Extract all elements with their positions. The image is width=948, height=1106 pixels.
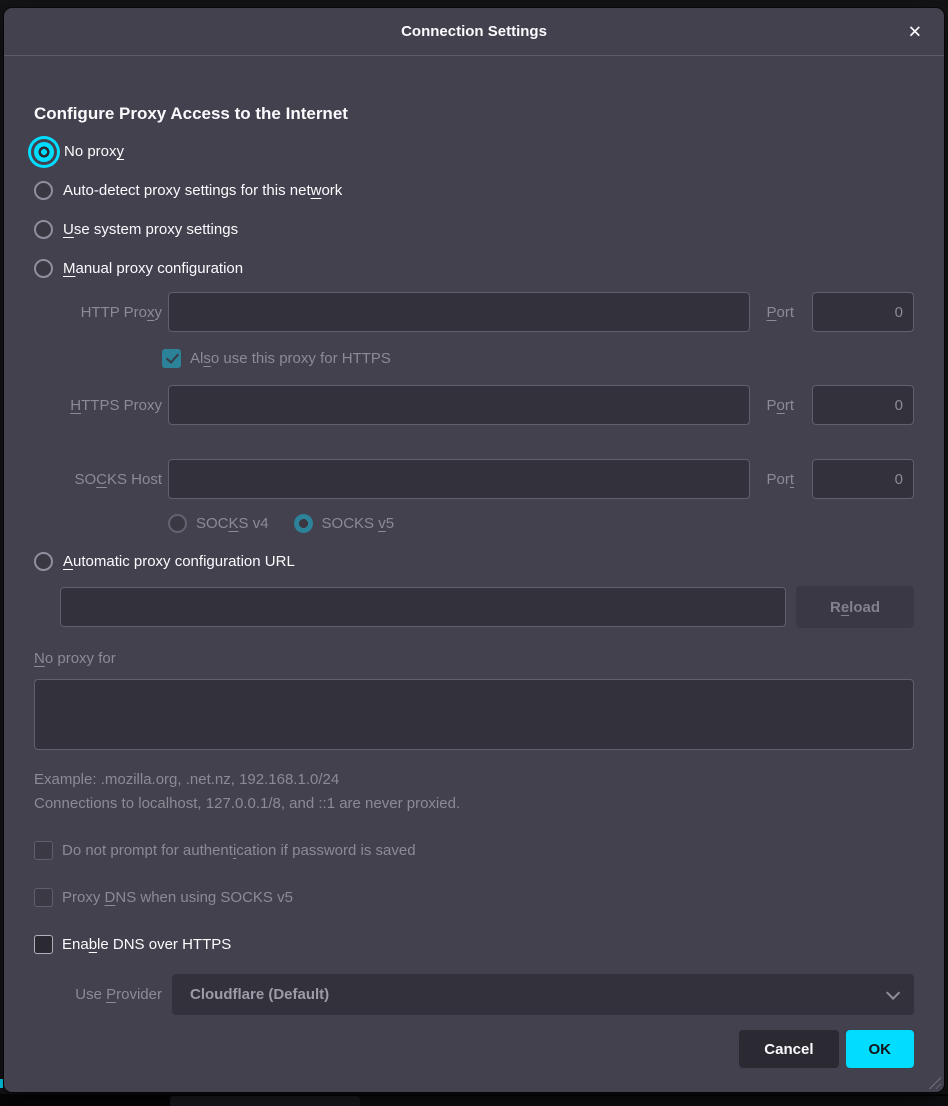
cancel-button[interactable]: Cancel <box>739 1030 838 1068</box>
socks-v5-label: SOCKS v5 <box>322 515 395 532</box>
page-behind-element <box>170 1096 360 1106</box>
enable-doh-row: Enable DNS over HTTPS <box>34 930 914 958</box>
use-system-label: Use system proxy settings <box>63 221 238 238</box>
http-proxy-label: HTTP Proxy <box>34 304 162 321</box>
socks-host-input[interactable] <box>168 459 750 499</box>
socks-version-row: SOCKS v4 SOCKS v5 <box>168 513 914 533</box>
connection-settings-dialog: Connection Settings ✕ Configure Proxy Ac… <box>4 8 944 1092</box>
provider-row: Use Provider Cloudflare (Default) <box>34 974 914 1015</box>
use-provider-label: Use Provider <box>34 986 162 1003</box>
page-title: Configure Proxy Access to the Internet <box>34 104 914 124</box>
socks-port-input[interactable] <box>812 459 914 499</box>
https-port-input[interactable] <box>812 385 914 425</box>
socks-port-label: Port <box>766 471 794 488</box>
no-proxy-for-textarea[interactable] <box>34 679 914 750</box>
http-port-label: Port <box>766 304 794 321</box>
manual-proxy-label: Manual proxy configuration <box>63 260 243 277</box>
auto-url-radio[interactable] <box>34 552 53 571</box>
proxy-dns-checkbox[interactable] <box>34 888 53 907</box>
auto-detect-label: Auto-detect proxy settings for this netw… <box>63 182 342 199</box>
https-proxy-label: HTTPS Proxy <box>34 397 162 414</box>
radio-row-use-system: Use system proxy settings <box>34 210 914 249</box>
radio-row-manual: Manual proxy configuration <box>34 249 914 288</box>
enable-doh-label: Enable DNS over HTTPS <box>62 936 231 953</box>
proxy-dns-label: Proxy DNS when using SOCKS v5 <box>62 889 293 906</box>
http-proxy-row: HTTP Proxy Port <box>34 292 914 332</box>
radio-row-no-proxy: No proxy <box>34 132 914 171</box>
proxy-dns-row: Proxy DNS when using SOCKS v5 <box>34 883 914 911</box>
http-proxy-input[interactable] <box>168 292 750 332</box>
http-port-input[interactable] <box>812 292 914 332</box>
https-proxy-row: HTTPS Proxy Port <box>34 385 914 425</box>
dialog-title: Connection Settings <box>401 23 547 40</box>
no-proxy-example-text: Example: .mozilla.org, .net.nz, 192.168.… <box>34 771 914 788</box>
socks-v4-label: SOCKS v4 <box>196 515 269 532</box>
also-https-label: Also use this proxy for HTTPS <box>190 350 391 367</box>
auto-url-label: Automatic proxy configuration URL <box>63 553 295 570</box>
https-port-label: Port <box>766 397 794 414</box>
provider-dropdown[interactable]: Cloudflare (Default) <box>172 974 914 1015</box>
chevron-down-icon <box>886 985 900 999</box>
close-icon[interactable]: ✕ <box>902 19 928 44</box>
no-proxy-radio[interactable] <box>34 142 54 162</box>
backdrop-accent-sliver <box>0 1079 3 1088</box>
dialog-actions: Cancel OK <box>34 1030 914 1068</box>
auto-config-url-input[interactable] <box>60 587 786 627</box>
auto-detect-radio[interactable] <box>34 181 53 200</box>
no-prompt-auth-checkbox[interactable] <box>34 841 53 860</box>
also-https-row: Also use this proxy for HTTPS <box>162 348 914 368</box>
use-system-radio[interactable] <box>34 220 53 239</box>
socks-host-row: SOCKS Host Port <box>34 459 914 499</box>
ok-button[interactable]: OK <box>846 1030 915 1068</box>
https-proxy-input[interactable] <box>168 385 750 425</box>
auto-url-row: Reload <box>60 586 914 628</box>
socks-v5-radio[interactable] <box>294 514 313 533</box>
no-proxy-label: No proxy <box>64 143 124 160</box>
provider-selected-value: Cloudflare (Default) <box>190 986 329 1003</box>
socks-v4-radio[interactable] <box>168 514 187 533</box>
localhost-note-text: Connections to localhost, 127.0.0.1/8, a… <box>34 795 914 812</box>
resize-grip[interactable] <box>926 1074 941 1089</box>
radio-row-auto-detect: Auto-detect proxy settings for this netw… <box>34 171 914 210</box>
page-behind-element <box>360 1096 948 1106</box>
radio-row-auto-url: Automatic proxy configuration URL <box>34 542 914 581</box>
socks-host-label: SOCKS Host <box>34 471 162 488</box>
enable-doh-checkbox[interactable] <box>34 935 53 954</box>
no-proxy-for-label: No proxy for <box>34 650 914 670</box>
also-https-checkbox[interactable] <box>162 349 181 368</box>
no-prompt-auth-label: Do not prompt for authentication if pass… <box>62 842 416 859</box>
dialog-titlebar: Connection Settings ✕ <box>4 8 944 56</box>
reload-button[interactable]: Reload <box>796 586 914 628</box>
no-prompt-auth-row: Do not prompt for authentication if pass… <box>34 836 914 864</box>
manual-proxy-radio[interactable] <box>34 259 53 278</box>
